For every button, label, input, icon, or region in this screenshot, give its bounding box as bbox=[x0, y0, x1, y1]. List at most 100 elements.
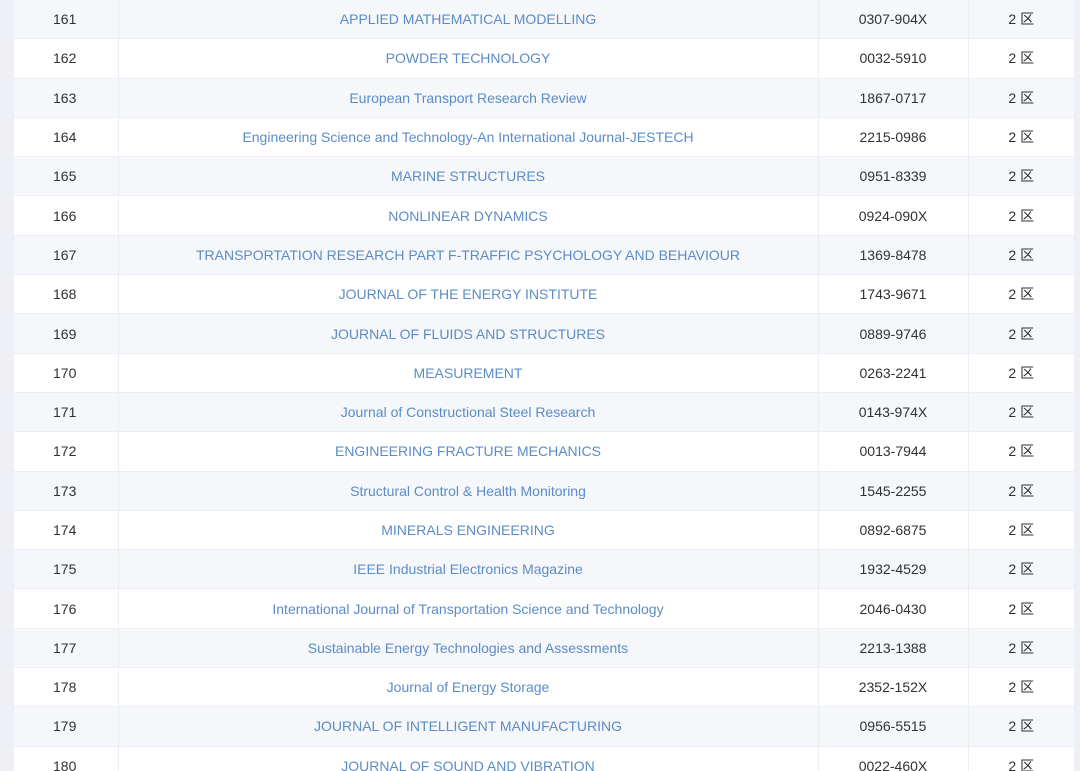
issn-cell: 0889-9746 bbox=[818, 313, 969, 354]
issn-cell: 0307-904X bbox=[818, 0, 969, 40]
journal-title-cell: ENGINEERING FRACTURE MECHANICS bbox=[118, 431, 819, 472]
zone-cell: 2 区 bbox=[968, 274, 1074, 315]
zone-cell: 2 区 bbox=[968, 667, 1074, 708]
journal-title-cell: IEEE Industrial Electronics Magazine bbox=[118, 549, 819, 590]
journal-title-link[interactable]: International Journal of Transportation … bbox=[272, 601, 663, 617]
journal-title-link[interactable]: MEASUREMENT bbox=[414, 365, 523, 381]
table-row: 177 Sustainable Energy Technologies and … bbox=[14, 628, 1074, 669]
rank-cell: 169 bbox=[14, 313, 119, 354]
table-row: 171 Journal of Constructional Steel Rese… bbox=[14, 392, 1074, 433]
issn-cell: 2213-1388 bbox=[818, 628, 969, 669]
journal-title-cell: APPLIED MATHEMATICAL MODELLING bbox=[118, 0, 819, 40]
zone-cell: 2 区 bbox=[968, 706, 1074, 747]
zone-cell: 2 区 bbox=[968, 0, 1074, 40]
table-row: 175 IEEE Industrial Electronics Magazine… bbox=[14, 549, 1074, 590]
zone-cell: 2 区 bbox=[968, 78, 1074, 118]
journal-title-cell: JOURNAL OF INTELLIGENT MANUFACTURING bbox=[118, 706, 819, 747]
zone-cell: 2 区 bbox=[968, 510, 1074, 551]
journal-title-cell: MINERALS ENGINEERING bbox=[118, 510, 819, 551]
journal-title-link[interactable]: Structural Control & Health Monitoring bbox=[350, 483, 586, 499]
issn-cell: 2352-152X bbox=[818, 667, 969, 708]
rank-cell: 165 bbox=[14, 156, 119, 197]
zone-cell: 2 区 bbox=[968, 313, 1074, 354]
journal-title-link[interactable]: JOURNAL OF FLUIDS AND STRUCTURES bbox=[331, 326, 605, 342]
rank-cell: 174 bbox=[14, 510, 119, 551]
journal-title-cell: Engineering Science and Technology-An In… bbox=[118, 117, 819, 158]
journal-title-cell: Sustainable Energy Technologies and Asse… bbox=[118, 628, 819, 669]
issn-cell: 1545-2255 bbox=[818, 471, 969, 511]
table-row: 169 JOURNAL OF FLUIDS AND STRUCTURES 088… bbox=[14, 313, 1074, 354]
journal-title-link[interactable]: APPLIED MATHEMATICAL MODELLING bbox=[340, 11, 596, 27]
journal-title-link[interactable]: European Transport Research Review bbox=[349, 90, 586, 106]
journal-title-link[interactable]: ENGINEERING FRACTURE MECHANICS bbox=[335, 443, 601, 459]
issn-cell: 0013-7944 bbox=[818, 431, 969, 472]
journal-title-cell: European Transport Research Review bbox=[118, 78, 819, 118]
journal-title-link[interactable]: MINERALS ENGINEERING bbox=[381, 522, 554, 538]
table-row: 174 MINERALS ENGINEERING 0892-6875 2 区 bbox=[14, 510, 1074, 551]
journal-title-cell: MEASUREMENT bbox=[118, 353, 819, 393]
rank-cell: 171 bbox=[14, 392, 119, 433]
journal-title-link[interactable]: POWDER TECHNOLOGY bbox=[386, 50, 551, 66]
rank-cell: 172 bbox=[14, 431, 119, 472]
table-row: 162 POWDER TECHNOLOGY 0032-5910 2 区 bbox=[14, 38, 1074, 79]
table-row: 178 Journal of Energy Storage 2352-152X … bbox=[14, 667, 1074, 708]
table-row: 168 JOURNAL OF THE ENERGY INSTITUTE 1743… bbox=[14, 274, 1074, 315]
rank-cell: 173 bbox=[14, 471, 119, 511]
journal-title-cell: Journal of Energy Storage bbox=[118, 667, 819, 708]
issn-cell: 0956-5515 bbox=[818, 706, 969, 747]
table-row: 172 ENGINEERING FRACTURE MECHANICS 0013-… bbox=[14, 431, 1074, 472]
journal-title-link[interactable]: JOURNAL OF THE ENERGY INSTITUTE bbox=[339, 286, 598, 302]
journal-title-link[interactable]: JOURNAL OF INTELLIGENT MANUFACTURING bbox=[314, 718, 622, 734]
rank-cell: 167 bbox=[14, 235, 119, 276]
journal-title-cell: POWDER TECHNOLOGY bbox=[118, 38, 819, 79]
journal-title-link[interactable]: Sustainable Energy Technologies and Asse… bbox=[308, 640, 628, 656]
journal-title-link[interactable]: IEEE Industrial Electronics Magazine bbox=[353, 561, 583, 577]
issn-cell: 0263-2241 bbox=[818, 353, 969, 393]
issn-cell: 2046-0430 bbox=[818, 588, 969, 629]
journal-title-link[interactable]: Journal of Energy Storage bbox=[387, 679, 550, 695]
zone-cell: 2 区 bbox=[968, 549, 1074, 590]
issn-cell: 1743-9671 bbox=[818, 274, 969, 315]
zone-cell: 2 区 bbox=[968, 392, 1074, 433]
rank-cell: 179 bbox=[14, 706, 119, 747]
journal-title-cell: JOURNAL OF THE ENERGY INSTITUTE bbox=[118, 274, 819, 315]
table-row: 170 MEASUREMENT 0263-2241 2 区 bbox=[14, 353, 1074, 393]
page-gutter bbox=[1074, 0, 1080, 771]
zone-cell: 2 区 bbox=[968, 195, 1074, 236]
zone-cell: 2 区 bbox=[968, 156, 1074, 197]
issn-cell: 0924-090X bbox=[818, 195, 969, 236]
journal-title-cell: JOURNAL OF FLUIDS AND STRUCTURES bbox=[118, 313, 819, 354]
journal-title-link[interactable]: JOURNAL OF SOUND AND VIBRATION bbox=[341, 758, 595, 771]
zone-cell: 2 区 bbox=[968, 471, 1074, 511]
journal-title-cell: NONLINEAR DYNAMICS bbox=[118, 195, 819, 236]
zone-cell: 2 区 bbox=[968, 431, 1074, 472]
journal-title-cell: Journal of Constructional Steel Research bbox=[118, 392, 819, 433]
journal-title-link[interactable]: Engineering Science and Technology-An In… bbox=[242, 129, 693, 145]
journal-title-link[interactable]: MARINE STRUCTURES bbox=[391, 168, 545, 184]
rank-cell: 163 bbox=[14, 78, 119, 118]
zone-cell: 2 区 bbox=[968, 746, 1074, 771]
issn-cell: 1369-8478 bbox=[818, 235, 969, 276]
issn-cell: 0032-5910 bbox=[818, 38, 969, 79]
table-row: 176 International Journal of Transportat… bbox=[14, 588, 1074, 629]
zone-cell: 2 区 bbox=[968, 235, 1074, 276]
journal-title-cell: TRANSPORTATION RESEARCH PART F-TRAFFIC P… bbox=[118, 235, 819, 276]
issn-cell: 2215-0986 bbox=[818, 117, 969, 158]
table-container: 161 APPLIED MATHEMATICAL MODELLING 0307-… bbox=[14, 0, 1074, 771]
journal-title-link[interactable]: TRANSPORTATION RESEARCH PART F-TRAFFIC P… bbox=[196, 247, 740, 263]
issn-cell: 0143-974X bbox=[818, 392, 969, 433]
journal-title-link[interactable]: NONLINEAR DYNAMICS bbox=[388, 208, 547, 224]
zone-cell: 2 区 bbox=[968, 628, 1074, 669]
issn-cell: 1932-4529 bbox=[818, 549, 969, 590]
journal-title-link[interactable]: Journal of Constructional Steel Research bbox=[341, 404, 595, 420]
table-row: 173 Structural Control & Health Monitori… bbox=[14, 471, 1074, 511]
rank-cell: 168 bbox=[14, 274, 119, 315]
rank-cell: 178 bbox=[14, 667, 119, 708]
zone-cell: 2 区 bbox=[968, 117, 1074, 158]
table-row: 161 APPLIED MATHEMATICAL MODELLING 0307-… bbox=[14, 0, 1074, 40]
rank-cell: 170 bbox=[14, 353, 119, 393]
zone-cell: 2 区 bbox=[968, 353, 1074, 393]
rank-cell: 175 bbox=[14, 549, 119, 590]
rank-cell: 164 bbox=[14, 117, 119, 158]
journal-table-body: 161 APPLIED MATHEMATICAL MODELLING 0307-… bbox=[14, 0, 1074, 771]
